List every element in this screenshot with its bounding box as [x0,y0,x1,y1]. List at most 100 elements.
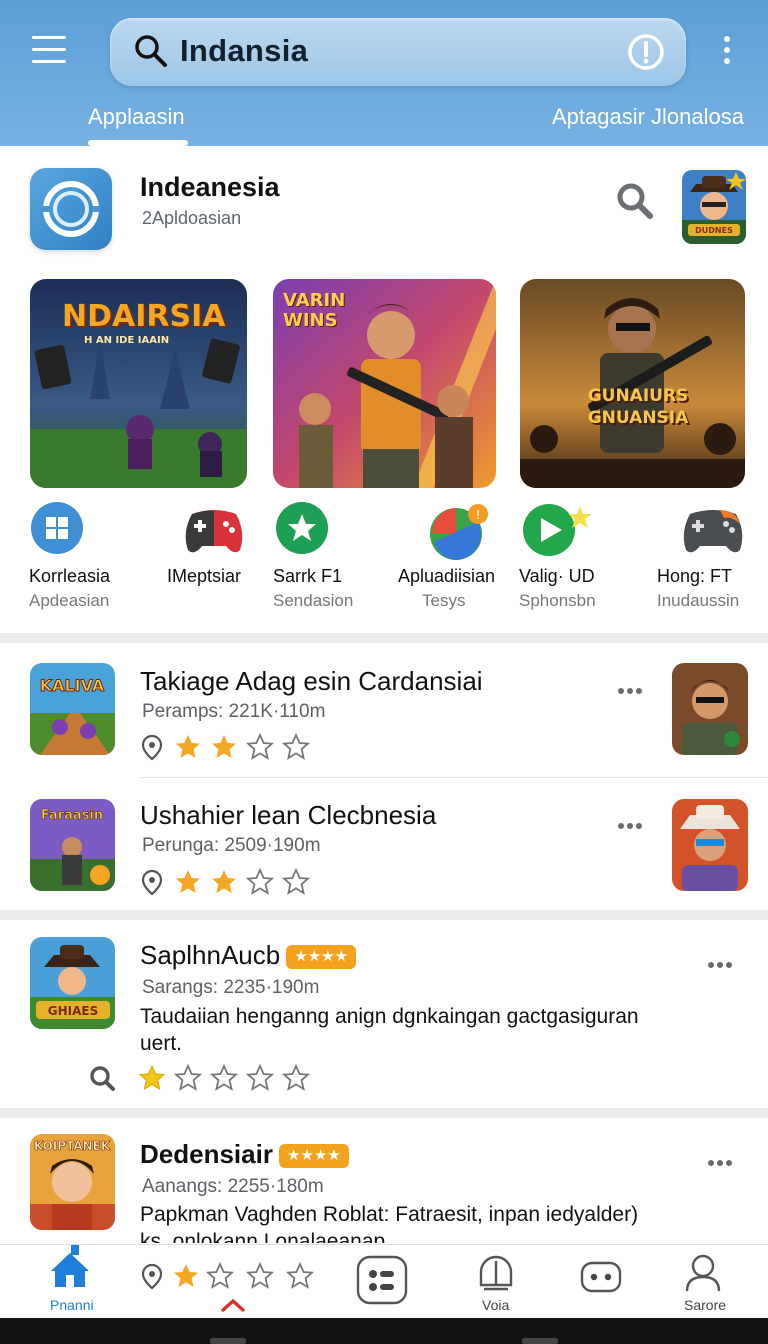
search-icon[interactable] [614,180,656,222]
search-query[interactable]: Indansia [180,33,308,69]
home-icon[interactable] [49,1245,91,1289]
apps-grid-icon[interactable] [356,1255,408,1305]
category-sub: Inudaussin [657,591,740,610]
list-item-meta: Perunga: 2509·190m [142,835,321,856]
category-sub: Apdeasian [29,591,110,610]
search-icon [135,35,167,67]
search-icon[interactable] [88,1064,116,1092]
list-item-description: Papkman Vaghden Roblat: Fatraesit, inpan… [140,1203,639,1243]
more-options-icon[interactable] [618,681,648,694]
banner-title: GUNAIURS GNUANSIA [587,386,689,428]
avatar[interactable]: DUDNES [682,170,746,244]
category-name[interactable]: Korrleasia [29,566,110,587]
tab-secondary[interactable]: Aptagasir Jlonalosa [552,104,744,130]
banner-title: VARIN WINS [283,290,346,331]
list-item-title-text: Dedensiair [140,1139,273,1169]
tab-applications[interactable]: Applaasin [88,104,185,130]
list-item-meta: Peramps: 221K·110m [142,701,326,722]
star-filled-icon [138,1064,166,1091]
gamepad-icon[interactable] [580,1261,622,1293]
star-filled-icon [176,735,200,758]
windows-icon[interactable] [31,502,83,554]
svg-text:KALIVA: KALIVA [40,676,105,695]
gamepad-dark-icon[interactable] [680,502,746,558]
nav-rating[interactable] [138,1262,322,1290]
category-sub: Tesys [422,591,466,610]
list-item-thumbnail[interactable]: GHIAES [30,937,115,1029]
app-logo-icon[interactable] [30,168,112,250]
svg-text:DUDNES: DUDNES [695,226,733,235]
list-item-title[interactable]: Takiage Adag esin Cardansiai [140,666,483,697]
section-divider [0,910,768,920]
list-item-meta: Aanangs: 2255·180m [142,1176,324,1197]
featured-banner-1[interactable]: NDAIRSIA H AN IDE IAAIN [30,279,247,488]
more-options-icon[interactable] [708,955,738,968]
list-item-title[interactable]: Dedensiair ★★★★ [140,1139,349,1170]
star-empty-icon [206,1262,234,1289]
list-item-title[interactable]: SaplhnAucb ★★★★ [140,940,357,971]
list-item-avatar[interactable] [672,663,748,755]
banner-subtitle: H AN IDE IAAIN [84,335,170,346]
more-options-icon[interactable] [618,816,648,829]
list-item-meta: Sarangs: 2235·190m [142,977,320,998]
banner-title: NDAIRSIA [62,299,226,334]
star-filled-icon [176,870,200,893]
app-title: Indeanesia [140,172,280,202]
profile-icon[interactable] [684,1253,722,1293]
category-name[interactable]: Hong: FT [657,566,732,587]
category-name[interactable]: Sarrk F1 [273,566,342,587]
category-name[interactable]: IMeptsiar [167,566,241,587]
star-empty-icon [286,1262,314,1289]
category-sub: Sendasion [273,591,354,610]
svg-text:Faraasin: Faraasin [41,808,103,823]
category-sub: Sphonsbn [519,591,596,610]
rating-stars [88,1064,318,1092]
svg-text:KOIPTANEK: KOIPTANEK [34,1139,111,1153]
list-item-thumbnail[interactable]: KALIVA [30,663,115,755]
star-filled-icon [212,735,236,758]
top-app-bar: Indansia Applaasin Aptagasir Jlonalosa [0,0,768,146]
microphone-icon[interactable] [478,1255,514,1295]
list-item-thumbnail[interactable]: KOIPTANEK [30,1134,115,1230]
star-badge-icon[interactable] [276,502,328,554]
tab-active-indicator [88,140,188,146]
star-empty-icon [246,733,274,760]
featured-banner-2[interactable]: VARIN WINS [273,279,496,488]
star-empty-icon [174,1064,202,1091]
rating-stars [138,868,318,896]
rating-badge: ★★★★ [286,945,357,970]
alert-icon[interactable] [626,32,666,72]
svg-text:!: ! [476,508,481,522]
rating-stars [138,733,318,761]
list-item-thumbnail[interactable]: Faraasin [30,799,115,891]
star-empty-icon [246,1064,274,1091]
rating-badge: ★★★★ [278,1144,349,1169]
system-navigation-bar [0,1318,768,1344]
section-divider [0,1108,768,1118]
bottom-navigation: Pnanni Voia Sarore [0,1244,768,1320]
list-item-title-text: SaplhnAucb [140,940,281,970]
list-item-title[interactable]: Ushahier lean Clecbnesia [140,800,436,831]
star-empty-icon [246,1262,274,1289]
star-filled-icon [212,870,236,893]
menu-icon[interactable] [32,36,66,64]
search-bar[interactable]: Indansia [110,18,686,86]
play-icon[interactable] [522,502,594,558]
row-divider [140,777,768,778]
chevron-up-icon[interactable] [220,1297,246,1313]
ball-icon[interactable]: ! [428,502,492,562]
nav-home-label[interactable]: Pnanni [50,1297,94,1313]
gamepad-red-icon[interactable] [182,502,246,558]
category-name[interactable]: Apluadiisian [398,566,495,587]
star-empty-icon [246,868,274,895]
more-options-icon[interactable] [708,1153,738,1166]
nav-voice-label[interactable]: Voia [482,1297,509,1313]
category-name[interactable]: Valig· UD [519,566,595,587]
star-empty-icon [210,1064,238,1091]
location-pin-icon [141,734,163,761]
list-item-avatar[interactable] [672,799,748,891]
nav-profile-label[interactable]: Sarore [684,1297,726,1313]
more-options-icon[interactable] [724,36,732,69]
featured-banner-3[interactable]: GUNAIURS GNUANSIA [520,279,745,488]
star-empty-icon [282,868,310,895]
